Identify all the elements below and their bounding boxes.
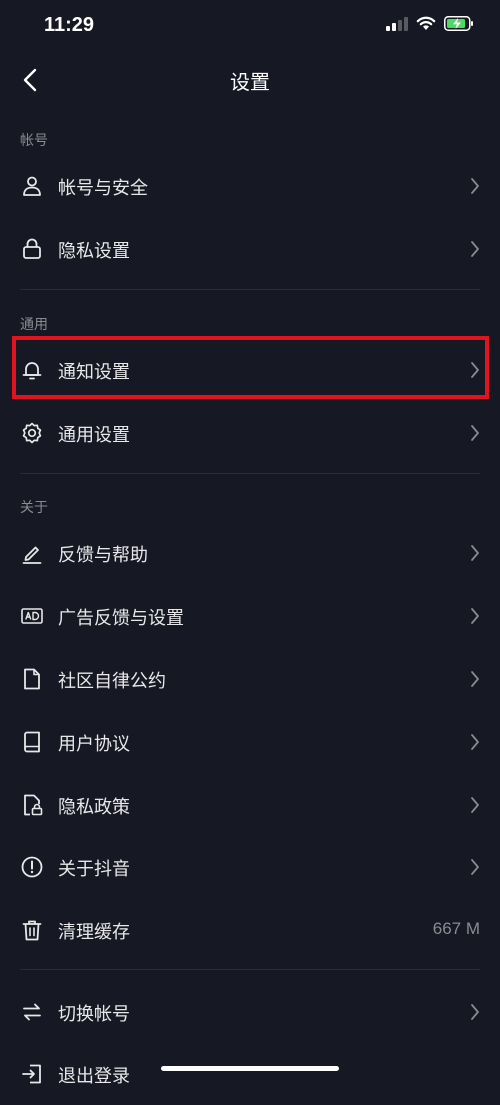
section-header-account: 帐号 xyxy=(20,133,48,149)
cache-size-value: 667 M xyxy=(432,919,480,938)
document-lock-icon xyxy=(24,794,43,816)
settings-row-user-agreement[interactable]: 用户协议 xyxy=(0,711,500,773)
settings-row-label: 通用设置 xyxy=(58,425,130,446)
switch-icon xyxy=(23,1003,41,1021)
lock-icon xyxy=(23,238,41,259)
settings-row-label: 用户协议 xyxy=(58,734,130,755)
page-title: 设置 xyxy=(230,70,270,94)
chevron-right-icon xyxy=(471,608,479,624)
chevron-right-icon xyxy=(471,241,479,257)
wifi-icon xyxy=(416,16,436,30)
chevron-right-icon xyxy=(471,859,479,875)
book-icon xyxy=(24,731,40,753)
settings-row-label: 社区自律公约 xyxy=(58,671,166,692)
settings-row-label: 隐私政策 xyxy=(58,797,130,818)
settings-row-account-security[interactable]: 帐号与安全 xyxy=(0,155,500,217)
status-bar: 11:29 xyxy=(0,0,500,54)
settings-row-label: 切换帐号 xyxy=(58,1004,130,1025)
user-icon xyxy=(23,176,41,196)
pencil-icon xyxy=(22,546,42,564)
settings-row-clear-cache[interactable]: 清理缓存 667 M xyxy=(0,899,500,961)
settings-row-label: 清理缓存 xyxy=(58,922,130,943)
status-time: 11:29 xyxy=(44,14,95,36)
settings-row-label: 广告反馈与设置 xyxy=(58,608,184,629)
chevron-right-icon xyxy=(471,797,479,813)
gear-icon xyxy=(22,422,42,444)
chevron-right-icon xyxy=(471,425,479,441)
document-icon xyxy=(24,668,40,690)
section-divider xyxy=(20,289,480,290)
highlight-box xyxy=(12,336,489,399)
chevron-right-icon xyxy=(471,671,479,687)
settings-row-privacy-settings[interactable]: 隐私设置 xyxy=(0,218,500,280)
battery-charging-icon xyxy=(444,16,473,31)
info-icon xyxy=(21,856,43,878)
section-divider xyxy=(20,969,480,970)
settings-row-label: 关于抖音 xyxy=(58,859,130,880)
chevron-right-icon xyxy=(471,545,479,561)
chevron-right-icon xyxy=(471,178,479,194)
section-divider xyxy=(20,473,480,474)
settings-row-feedback-help[interactable]: 反馈与帮助 xyxy=(0,522,500,584)
settings-row-label: 帐号与安全 xyxy=(58,178,148,199)
settings-row-community-guidelines[interactable]: 社区自律公约 xyxy=(0,648,500,710)
ad-icon xyxy=(21,608,43,624)
logout-icon xyxy=(22,1064,41,1084)
settings-row-about-douyin[interactable]: 关于抖音 xyxy=(0,836,500,898)
chevron-right-icon xyxy=(471,1004,479,1020)
settings-row-switch-account[interactable]: 切换帐号 xyxy=(0,981,500,1043)
trash-icon xyxy=(22,920,42,941)
settings-row-ad-feedback[interactable]: 广告反馈与设置 xyxy=(0,585,500,647)
settings-row-label: 反馈与帮助 xyxy=(58,545,148,566)
settings-row-privacy-policy[interactable]: 隐私政策 xyxy=(0,774,500,836)
section-header-about: 关于 xyxy=(20,500,48,516)
cellular-signal-icon xyxy=(386,16,408,31)
section-header-general: 通用 xyxy=(20,317,48,333)
settings-row-label: 退出登录 xyxy=(58,1066,130,1087)
nav-bar: 设置 xyxy=(0,54,500,106)
settings-row-logout[interactable]: 退出登录 xyxy=(0,1043,500,1105)
status-icons xyxy=(386,16,474,31)
settings-row-general-settings[interactable]: 通用设置 xyxy=(0,402,500,464)
settings-row-label: 隐私设置 xyxy=(58,241,130,262)
home-indicator xyxy=(161,1066,339,1071)
chevron-right-icon xyxy=(471,734,479,750)
